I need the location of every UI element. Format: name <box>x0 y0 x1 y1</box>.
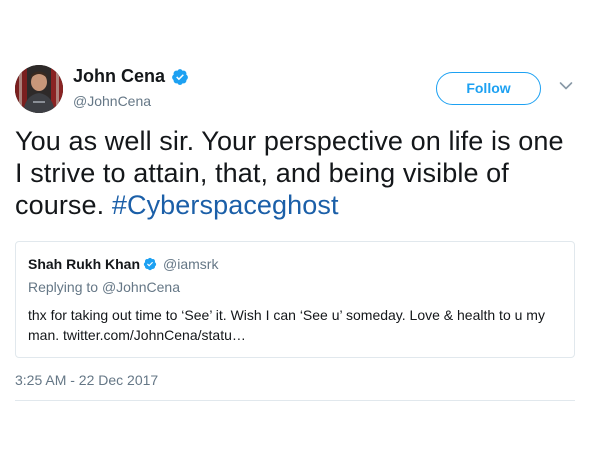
quoted-author-name: Shah Rukh Khan <box>28 256 141 272</box>
avatar-image <box>15 65 63 113</box>
verified-badge-icon <box>172 68 188 85</box>
tweet-card: John Cena @JohnCena Follow You as well s… <box>15 63 575 401</box>
tweet-text: You as well sir. Your perspective on lif… <box>15 125 575 221</box>
author-handle[interactable]: @JohnCena <box>73 93 151 109</box>
author-name-row: John Cena <box>73 66 189 87</box>
verified-badge-icon <box>143 257 157 271</box>
hashtag-link[interactable]: #Cyberspaceghost <box>112 190 339 220</box>
follow-button[interactable]: Follow <box>436 72 541 105</box>
tweet-timestamp[interactable]: 3:25 AM - 22 Dec 2017 <box>15 372 575 388</box>
chevron-down-icon[interactable] <box>559 81 573 91</box>
tweet-header: John Cena @JohnCena Follow <box>15 63 575 115</box>
divider <box>15 400 575 401</box>
quoted-tweet[interactable]: Shah Rukh Khan @iamsrk Replying to @John… <box>15 241 575 358</box>
replying-to-line: Replying to @JohnCena <box>28 279 562 295</box>
replying-to-prefix: Replying to <box>28 279 99 295</box>
quoted-tweet-header: Shah Rukh Khan @iamsrk <box>28 254 562 274</box>
quoted-author-handle: @iamsrk <box>163 256 219 272</box>
author-name[interactable]: John Cena <box>73 66 165 87</box>
author-avatar[interactable] <box>15 65 63 113</box>
replying-to-mention[interactable]: @JohnCena <box>102 279 180 295</box>
quoted-tweet-text: thx for taking out time to ‘See’ it. Wis… <box>28 307 545 343</box>
